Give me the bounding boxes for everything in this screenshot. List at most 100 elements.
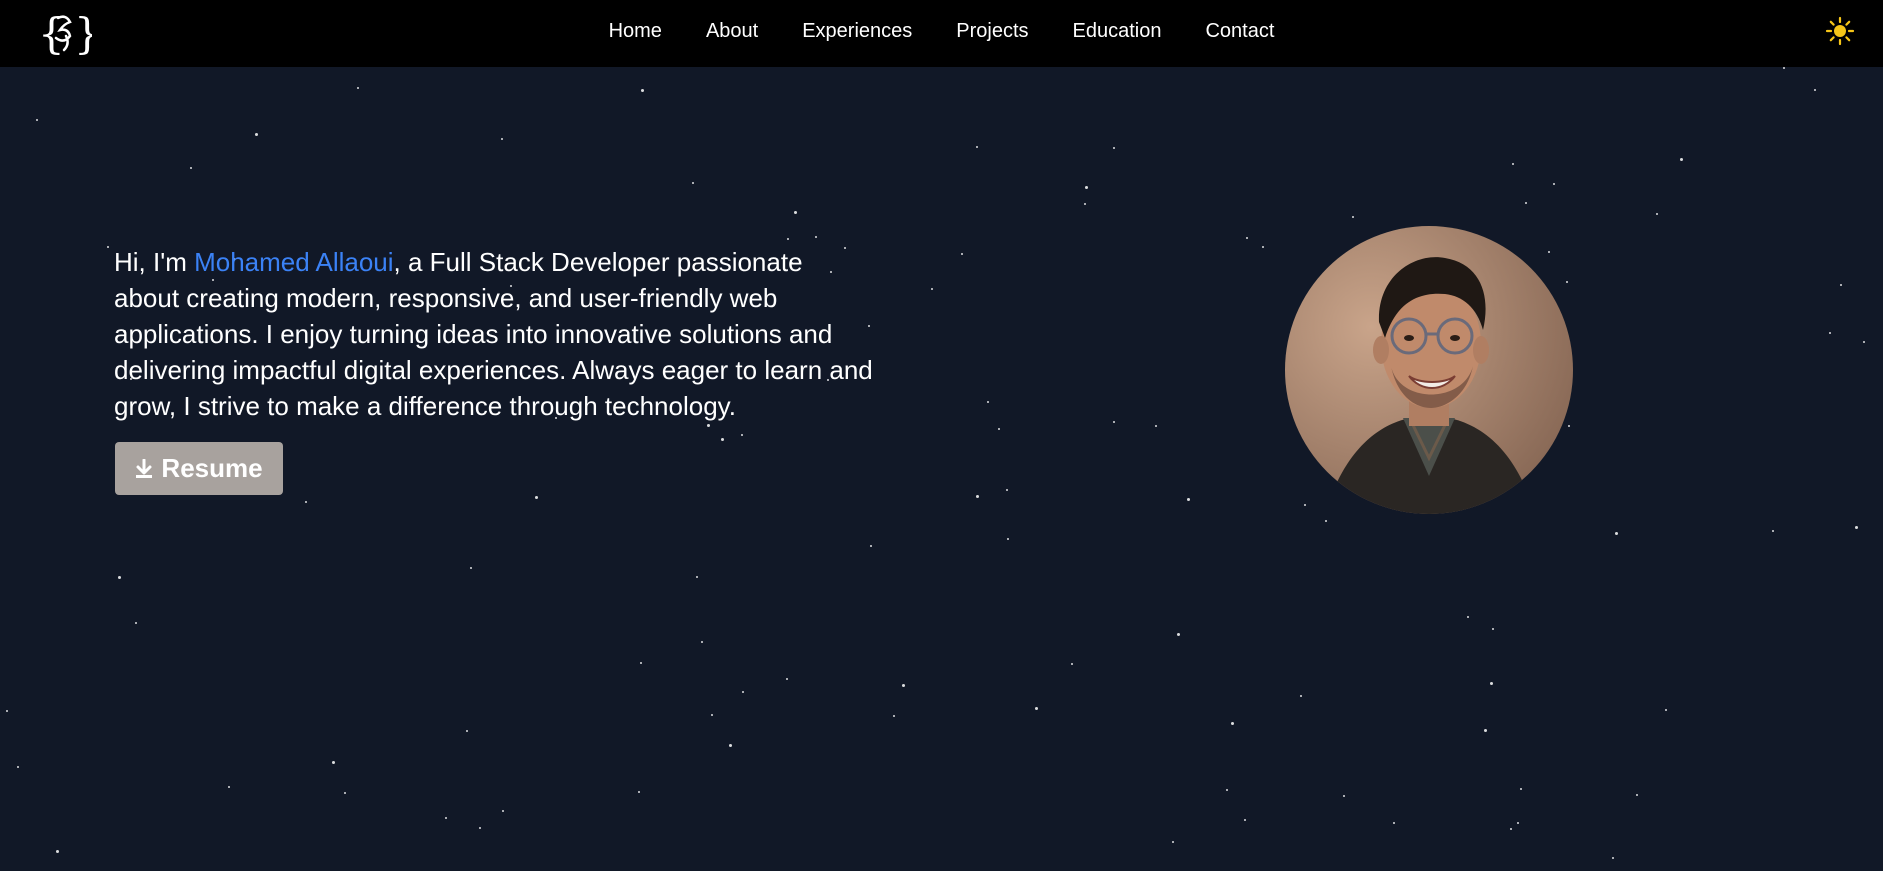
star [741, 434, 743, 436]
star [711, 714, 713, 716]
star [931, 288, 933, 290]
star [1525, 202, 1527, 204]
star [1840, 284, 1842, 286]
star [1636, 794, 1638, 796]
star [893, 715, 895, 717]
nav-links: Home About Experiences Projects Educatio… [0, 0, 1883, 62]
star [1665, 709, 1667, 711]
star [1343, 795, 1345, 797]
star [56, 850, 59, 853]
star [729, 744, 732, 747]
star [1085, 186, 1088, 189]
nav-link-experiences[interactable]: Experiences [780, 20, 934, 43]
starfield-background [0, 0, 1883, 871]
star [1829, 332, 1831, 334]
star [786, 678, 788, 680]
star [902, 684, 905, 687]
star [1783, 67, 1785, 69]
star [638, 791, 640, 793]
star [987, 401, 989, 403]
star [1325, 520, 1327, 522]
star [445, 817, 447, 819]
star [332, 761, 335, 764]
star [1484, 729, 1487, 732]
star [107, 246, 109, 248]
star [305, 501, 307, 503]
star [1517, 822, 1519, 824]
download-icon [136, 458, 153, 478]
star [36, 119, 38, 121]
star [1304, 504, 1306, 506]
star [1656, 213, 1658, 215]
intro-prefix: Hi, I'm [114, 247, 195, 277]
star [1007, 538, 1009, 540]
nav-link-contact[interactable]: Contact [1183, 20, 1296, 43]
star [535, 496, 538, 499]
nav-link-about[interactable]: About [684, 20, 780, 43]
star [1113, 147, 1115, 149]
star [1177, 633, 1180, 636]
star [1615, 532, 1618, 535]
resume-label: Resume [161, 453, 263, 483]
star [961, 253, 963, 255]
sun-icon[interactable] [1825, 16, 1855, 46]
star [707, 424, 710, 427]
star [6, 710, 8, 712]
star [1814, 89, 1816, 91]
nav-link-education[interactable]: Education [1051, 20, 1184, 43]
star [470, 567, 472, 569]
star [1612, 857, 1614, 859]
star [1553, 183, 1555, 185]
star [190, 167, 192, 169]
star [721, 438, 724, 441]
star [1492, 628, 1494, 630]
star [787, 238, 789, 240]
star [794, 211, 797, 214]
profile-photo [1285, 226, 1573, 514]
star [976, 146, 978, 148]
hero-intro-text: Hi, I'm Mohamed Allaoui, a Full Stack De… [114, 244, 874, 424]
star [1548, 251, 1550, 253]
star [479, 827, 481, 829]
star [701, 641, 703, 643]
star [1512, 163, 1514, 165]
star [1467, 616, 1469, 618]
star [870, 545, 872, 547]
developer-name: Mohamed Allaoui [194, 247, 394, 277]
star [1006, 489, 1008, 491]
star [17, 766, 19, 768]
star [1855, 526, 1858, 529]
star [228, 786, 230, 788]
star [641, 89, 644, 92]
star [692, 182, 694, 184]
star [1155, 425, 1157, 427]
star [1680, 158, 1683, 161]
resume-download-button[interactable]: Resume [115, 442, 283, 495]
star [1393, 822, 1395, 824]
star [502, 810, 504, 812]
star [640, 662, 642, 664]
star [1490, 682, 1493, 685]
star [1035, 707, 1038, 710]
star [1510, 828, 1512, 830]
nav-link-projects[interactable]: Projects [934, 20, 1050, 43]
navbar: { } Home About Experiences Projects Educ… [0, 0, 1883, 67]
portfolio-page: { } Home About Experiences Projects Educ… [0, 0, 1883, 871]
star [501, 138, 503, 140]
star [1352, 216, 1354, 218]
star [1231, 722, 1234, 725]
star [1300, 695, 1302, 697]
star [1262, 246, 1264, 248]
star [357, 87, 359, 89]
star [998, 428, 1000, 430]
star [1863, 341, 1865, 343]
star [1566, 281, 1568, 283]
nav-link-home[interactable]: Home [587, 20, 684, 43]
star [1172, 841, 1174, 843]
star [344, 792, 346, 794]
star [1071, 663, 1073, 665]
star [1246, 237, 1248, 239]
star [742, 691, 744, 693]
star [1084, 203, 1086, 205]
star [118, 576, 121, 579]
